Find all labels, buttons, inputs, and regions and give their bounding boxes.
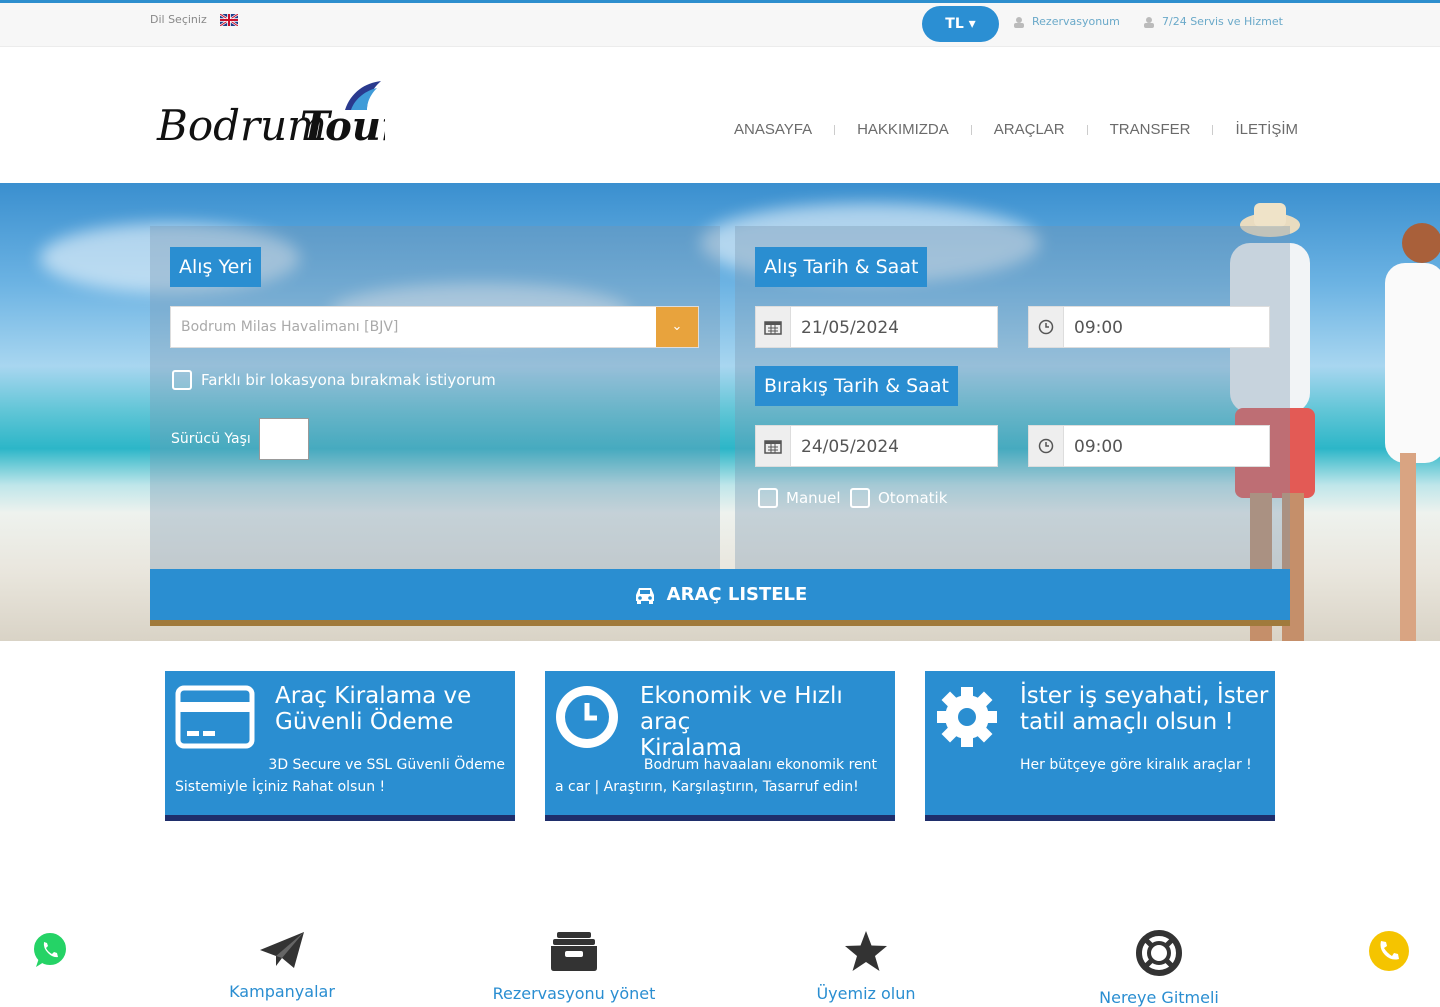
bottom-link-manage-reservation[interactable]: Rezervasyonu yönet <box>474 930 674 1003</box>
bottom-link-campaigns[interactable]: Kampanyalar <box>182 930 382 1001</box>
feature-card-secure-payment: Araç Kiralama ve Güvenli Ödeme 3D Secure … <box>165 671 515 821</box>
archive-icon <box>551 932 597 971</box>
gear-icon <box>937 687 997 747</box>
nav-home[interactable]: ANASAYFA <box>712 121 834 138</box>
clock-icon <box>1029 307 1064 347</box>
phone-call-button[interactable] <box>1369 931 1409 971</box>
calendar-icon <box>756 426 791 466</box>
pickup-date-value: 21/05/2024 <box>801 318 899 338</box>
hero-search: Alış Yeri Bodrum Milas Havalimanı [BJV] … <box>0 183 1440 641</box>
phone-icon <box>1380 941 1399 960</box>
currency-dropdown[interactable]: TL ▾ <box>922 6 999 42</box>
different-location-label: Farklı bir lokasyona bırakmak istiyorum <box>201 371 496 389</box>
dropoff-datetime-title: Bırakış Tarih & Saat <box>755 366 958 406</box>
bottom-link-label: Nereye Gitmeli <box>1099 988 1219 1007</box>
support-link-label: 7/24 Servis ve Hizmet <box>1162 15 1283 28</box>
chevron-down-icon[interactable]: ⌄ <box>656 307 698 347</box>
whatsapp-icon[interactable] <box>30 930 70 970</box>
pickup-datetime-title: Alış Tarih & Saat <box>755 247 928 287</box>
bottom-link-label: Rezervasyonu yönet <box>492 984 656 1003</box>
bottom-link-label: Üyemiz olun <box>816 984 916 1003</box>
clock-icon <box>556 686 618 748</box>
feature-title-line1: Araç Kiralama ve <box>275 683 472 709</box>
pickup-location-title: Alış Yeri <box>170 247 262 287</box>
feature-title-line2: tatil amaçlı olsun ! <box>1020 709 1234 735</box>
calendar-icon <box>756 307 791 347</box>
nav-about[interactable]: HAKKIMIZDA <box>835 121 971 138</box>
pickup-location-value: Bodrum Milas Havalimanı [BJV] <box>181 319 399 335</box>
site-header: Bodrum Tour ANASAYFA HAKKIMIZDA ARAÇLAR … <box>0 48 1440 183</box>
pickup-time-value: 09:00 <box>1074 318 1123 338</box>
feature-title-line1: Ekonomik ve Hızlı araç <box>640 683 843 735</box>
driver-age-label: Sürücü Yaşı <box>171 431 251 447</box>
feature-text-line1: Her bütçeye göre kiralık araçlar ! <box>1020 757 1252 773</box>
dropoff-date-value: 24/05/2024 <box>801 437 899 457</box>
feature-text-line1: Bodrum havaalanı ekonomik rent <box>643 757 877 773</box>
bottom-link-where-to-go[interactable]: Nereye Gitmeli <box>1059 930 1259 1007</box>
nav-transfer[interactable]: TRANSFER <box>1088 121 1213 138</box>
manual-transmission-checkbox[interactable] <box>758 488 778 508</box>
pickup-time-field[interactable]: 09:00 <box>1028 306 1270 348</box>
feature-text-line1: 3D Secure ve SSL Güvenli Ödeme <box>268 757 505 773</box>
dropoff-date-field[interactable]: 24/05/2024 <box>755 425 998 467</box>
language-label: Dil Seçiniz <box>150 13 207 26</box>
manual-transmission-label: Manuel <box>786 489 841 507</box>
logo-text-tour: Tour <box>300 103 385 148</box>
credit-card-icon <box>175 685 255 749</box>
uk-flag-icon[interactable] <box>220 14 238 26</box>
dropoff-time-value: 09:00 <box>1074 437 1123 457</box>
currency-label: TL <box>945 16 964 32</box>
dropoff-time-field[interactable]: 09:00 <box>1028 425 1270 467</box>
bottom-link-label: Kampanyalar <box>229 982 335 1001</box>
different-location-checkbox[interactable] <box>172 370 192 390</box>
support-link[interactable]: 7/24 Servis ve Hizmet <box>1142 15 1283 28</box>
feature-card-economic-rental: Ekonomik ve Hızlı araç Kiralama Bodrum ha… <box>545 671 895 821</box>
user-icon <box>1014 16 1024 28</box>
list-vehicles-button[interactable]: ARAÇ LISTELE <box>150 569 1290 626</box>
site-logo[interactable]: Bodrum Tour <box>155 78 405 150</box>
support-icon <box>1144 16 1154 28</box>
nav-contact[interactable]: İLETİŞİM <box>1213 121 1320 138</box>
automatic-transmission-label: Otomatik <box>878 489 948 507</box>
driver-age-input[interactable] <box>259 418 309 460</box>
feature-text-line2: a car | Araştırın, Karşılaştırın, Tasarr… <box>555 779 859 795</box>
reservation-link[interactable]: Rezervasyonum <box>1012 15 1120 28</box>
main-nav: ANASAYFA HAKKIMIZDA ARAÇLAR TRANSFER İLE… <box>712 121 1320 138</box>
pickup-location-select[interactable]: Bodrum Milas Havalimanı [BJV] ⌄ <box>170 306 699 348</box>
clock-icon <box>1029 426 1064 466</box>
feature-title-line2: Güvenli Ödeme <box>275 709 454 735</box>
nav-vehicles[interactable]: ARAÇLAR <box>972 121 1087 138</box>
logo-wing-icon: Bodrum Tour <box>156 81 405 150</box>
feature-text-line2: Sistemiyle İçiniz Rahat olsun ! <box>175 779 386 795</box>
feature-card-any-purpose: İster iş seyahati, İster tatil amaçlı ols… <box>925 671 1275 821</box>
star-icon <box>845 931 887 971</box>
top-bar: Dil Seçiniz TL ▾ Rezervasyonum 7/24 Serv… <box>0 3 1440 47</box>
list-vehicles-label: ARAÇ LISTELE <box>666 584 808 605</box>
reservation-link-label: Rezervasyonum <box>1032 15 1120 28</box>
bottom-link-become-member[interactable]: Üyemiz olun <box>766 930 966 1003</box>
car-icon <box>635 587 654 604</box>
lifebuoy-icon <box>1136 930 1182 976</box>
pickup-date-field[interactable]: 21/05/2024 <box>755 306 998 348</box>
feature-title-line1: İster iş seyahati, İster <box>1020 683 1269 709</box>
paper-plane-icon <box>260 932 304 968</box>
automatic-transmission-checkbox[interactable] <box>850 488 870 508</box>
